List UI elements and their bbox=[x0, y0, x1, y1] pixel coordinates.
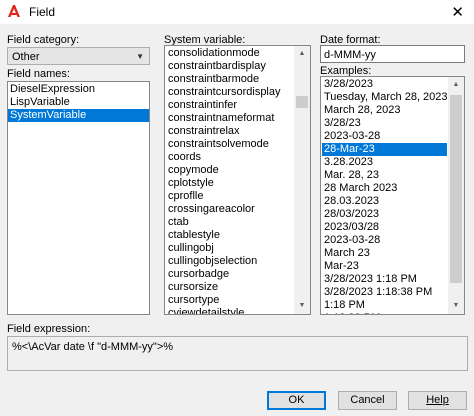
system-variable-item[interactable]: cviewdetailstyle bbox=[166, 307, 293, 314]
system-variable-item[interactable]: cursortype bbox=[166, 294, 293, 307]
close-icon[interactable]: ✕ bbox=[451, 3, 464, 21]
date-format-value: d-MMM-yy bbox=[324, 49, 376, 61]
examples-list[interactable]: 3/28/2023 Tuesday, March 28, 2023 March 28… bbox=[320, 76, 465, 315]
system-variable-item[interactable]: constraintbarmode bbox=[166, 73, 293, 86]
example-item[interactable]: 1:18:38 PM bbox=[322, 312, 447, 314]
example-item[interactable]: 3/28/2023 bbox=[322, 78, 447, 91]
example-item[interactable]: 28 March 2023 bbox=[322, 182, 447, 195]
system-variable-item[interactable]: constraintrelax bbox=[166, 125, 293, 138]
scroll-thumb[interactable] bbox=[450, 95, 462, 283]
example-item[interactable]: 28-Mar-23 bbox=[322, 143, 447, 156]
example-item[interactable]: Mar-23 bbox=[322, 260, 447, 273]
example-item[interactable]: 3.28.2023 bbox=[322, 156, 447, 169]
example-item[interactable]: 2023-03-28 bbox=[322, 130, 447, 143]
example-item[interactable]: 28.03.2023 bbox=[322, 195, 447, 208]
autocad-logo-icon bbox=[8, 5, 20, 17]
example-item[interactable]: Mar. 28, 23 bbox=[322, 169, 447, 182]
system-variable-item[interactable]: cplotstyle bbox=[166, 177, 293, 190]
scroll-up-icon[interactable]: ▲ bbox=[294, 46, 310, 62]
example-item[interactable]: Tuesday, March 28, 2023 bbox=[322, 91, 448, 104]
field-name-item[interactable]: SystemVariable bbox=[8, 109, 149, 122]
field-expression-value: %<\AcVar date \f "d-MMM-yy">% bbox=[12, 341, 174, 353]
system-variable-list[interactable]: consolidationmode constraintbardisplay con… bbox=[164, 45, 311, 315]
system-variable-item[interactable]: cursorbadge bbox=[166, 268, 293, 281]
field-category-value: Other bbox=[12, 51, 40, 63]
field-category-label: Field category: bbox=[7, 34, 80, 46]
date-format-input[interactable]: d-MMM-yy bbox=[320, 45, 465, 63]
system-variable-item[interactable]: crossingareacolor bbox=[166, 203, 293, 216]
scroll-down-icon[interactable]: ▼ bbox=[448, 298, 464, 314]
system-variable-item[interactable]: coords bbox=[166, 151, 293, 164]
help-button[interactable]: Help bbox=[408, 391, 467, 410]
example-item[interactable]: 28/03/2023 bbox=[322, 208, 447, 221]
scroll-up-icon[interactable]: ▲ bbox=[448, 77, 464, 93]
field-expression-box: %<\AcVar date \f "d-MMM-yy">% bbox=[7, 336, 468, 371]
system-variable-scrollbar[interactable]: ▲ ▼ bbox=[294, 46, 310, 314]
chevron-down-icon: ▼ bbox=[136, 52, 144, 61]
example-item[interactable]: March 28, 2023 bbox=[322, 104, 447, 117]
scroll-thumb[interactable] bbox=[296, 96, 308, 108]
system-variable-item[interactable]: consolidationmode bbox=[166, 47, 293, 60]
field-name-item[interactable]: DieselExpression bbox=[8, 83, 149, 96]
example-item[interactable]: 3/28/23 bbox=[322, 117, 447, 130]
ok-button[interactable]: OK bbox=[267, 391, 326, 410]
system-variable-item[interactable]: cullingobjselection bbox=[166, 255, 293, 268]
field-category-dropdown[interactable]: Other ▼ bbox=[7, 47, 150, 65]
example-item[interactable]: 3/28/2023 1:18:38 PM bbox=[322, 286, 447, 299]
system-variable-item[interactable]: ctab bbox=[166, 216, 293, 229]
system-variable-item[interactable]: constraintnameformat bbox=[166, 112, 293, 125]
system-variable-item[interactable]: ctablestyle bbox=[166, 229, 293, 242]
scroll-down-icon[interactable]: ▼ bbox=[294, 298, 310, 314]
system-variable-item[interactable]: copymode bbox=[166, 164, 293, 177]
system-variable-item[interactable]: cproflle bbox=[166, 190, 293, 203]
system-variable-item[interactable]: cullingobj bbox=[166, 242, 293, 255]
system-variable-item[interactable]: constraintsolvemode bbox=[166, 138, 293, 151]
example-item[interactable]: 3/28/2023 1:18 PM bbox=[322, 273, 447, 286]
title-bar: Field ✕ bbox=[0, 0, 474, 24]
field-names-list[interactable]: DieselExpression LispVariable SystemVariab… bbox=[7, 81, 150, 315]
window-title: Field bbox=[29, 5, 56, 19]
example-item[interactable]: 2023-03-28 bbox=[322, 234, 447, 247]
system-variable-item[interactable]: constraintcursordisplay bbox=[166, 86, 293, 99]
field-names-label: Field names: bbox=[7, 68, 70, 80]
example-item[interactable]: 1:18 PM bbox=[322, 299, 447, 312]
field-name-item[interactable]: LispVariable bbox=[8, 96, 149, 109]
example-item[interactable]: 2023/03/28 bbox=[322, 221, 447, 234]
system-variable-item[interactable]: cursorsize bbox=[166, 281, 293, 294]
help-button-label: Help bbox=[426, 394, 449, 406]
system-variable-item[interactable]: constraintinfer bbox=[166, 99, 293, 112]
example-item[interactable]: March 23 bbox=[322, 247, 447, 260]
cancel-button[interactable]: Cancel bbox=[338, 391, 397, 410]
system-variable-item[interactable]: constraintbardisplay bbox=[166, 60, 293, 73]
field-expression-label: Field expression: bbox=[7, 323, 91, 335]
examples-scrollbar[interactable]: ▲ ▼ bbox=[448, 77, 464, 314]
